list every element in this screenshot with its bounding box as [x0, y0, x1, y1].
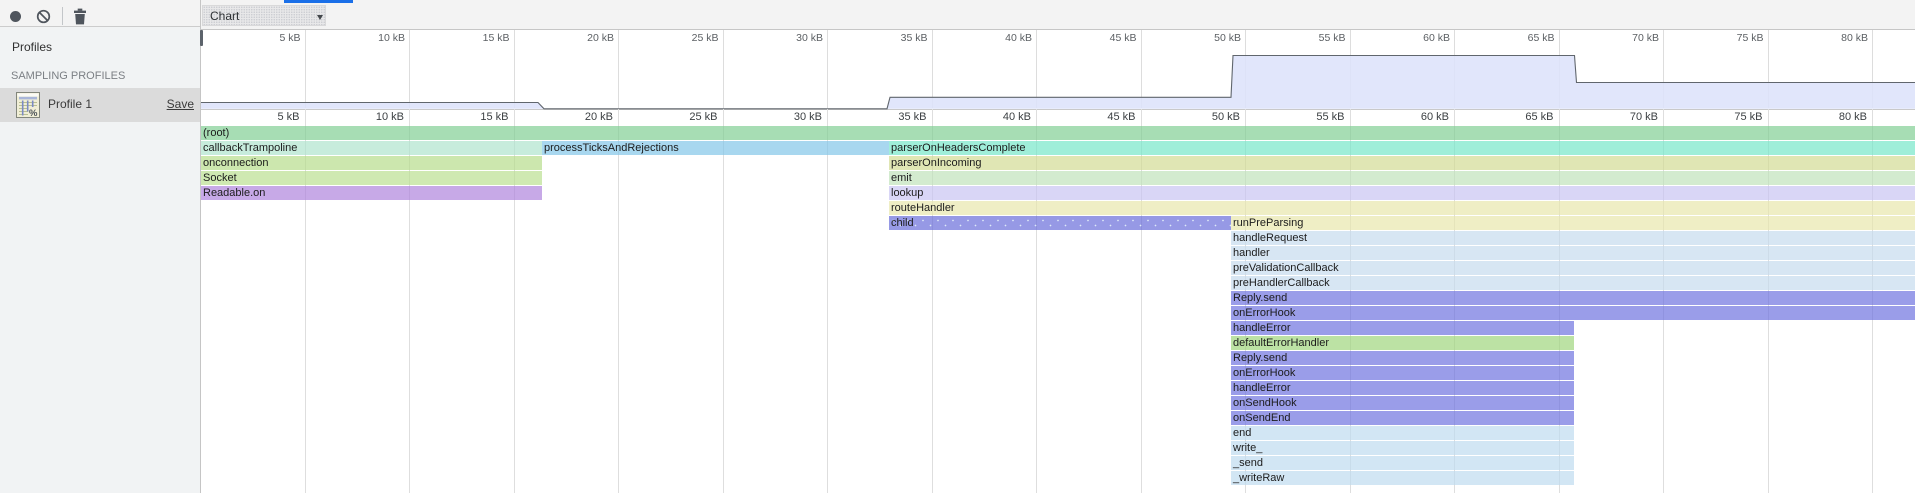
svg-text:%: % — [29, 108, 38, 118]
